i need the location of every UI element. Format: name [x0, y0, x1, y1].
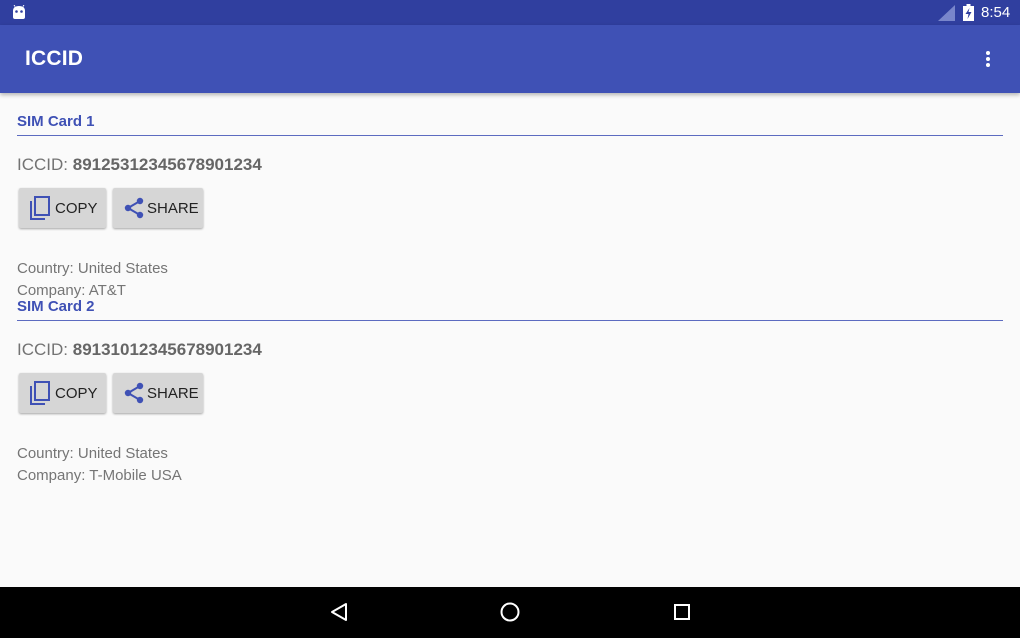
android-notification-icon [13, 5, 25, 19]
share-icon [124, 382, 144, 404]
company-text: Company: T-Mobile USA [17, 467, 182, 484]
copy-button[interactable]: COPY [19, 373, 106, 413]
sim-card-divider [17, 320, 1003, 321]
home-button[interactable] [498, 600, 522, 624]
country-text: Country: United States [17, 260, 168, 277]
content-area: SIM Card 1 ICCID: 89125312345678901234 C… [0, 93, 1020, 587]
iccid-label: ICCID: [17, 340, 68, 359]
navigation-bar [0, 587, 1020, 638]
app-bar: ICCID [0, 25, 1020, 93]
iccid-line: ICCID: 89125312345678901234 [17, 155, 262, 175]
sim-card-header: SIM Card 1 [17, 113, 95, 130]
screen: 8:54 ICCID SIM Card 1 ICCID: 89125312345… [0, 0, 1020, 638]
status-bar: 8:54 [0, 0, 1020, 25]
iccid-label: ICCID: [17, 155, 68, 174]
back-icon [331, 603, 347, 621]
copy-button[interactable]: COPY [19, 188, 106, 228]
signal-icon [938, 5, 955, 21]
sim-card-header: SIM Card 2 [17, 298, 95, 315]
battery-charging-icon [963, 4, 974, 21]
iccid-value: 89131012345678901234 [72, 340, 262, 359]
country-text: Country: United States [17, 445, 168, 462]
share-button-label: SHARE [147, 199, 199, 217]
share-button[interactable]: SHARE [113, 188, 203, 228]
copy-icon [30, 196, 50, 220]
copy-button-label: COPY [55, 384, 98, 402]
sim-card-divider [17, 135, 1003, 136]
share-icon [124, 197, 144, 219]
recents-button[interactable] [670, 600, 694, 624]
overflow-menu-button[interactable] [972, 43, 1004, 75]
recents-icon [674, 604, 690, 620]
back-button[interactable] [327, 600, 351, 624]
company-text: Company: AT&T [17, 282, 126, 299]
status-clock: 8:54 [981, 4, 1011, 21]
copy-button-label: COPY [55, 199, 98, 217]
copy-icon [30, 381, 50, 405]
iccid-line: ICCID: 89131012345678901234 [17, 340, 262, 360]
overflow-menu-icon [986, 51, 990, 67]
iccid-value: 89125312345678901234 [72, 155, 262, 174]
share-button-label: SHARE [147, 384, 199, 402]
app-title: ICCID [25, 47, 84, 70]
home-icon [500, 602, 520, 622]
share-button[interactable]: SHARE [113, 373, 203, 413]
